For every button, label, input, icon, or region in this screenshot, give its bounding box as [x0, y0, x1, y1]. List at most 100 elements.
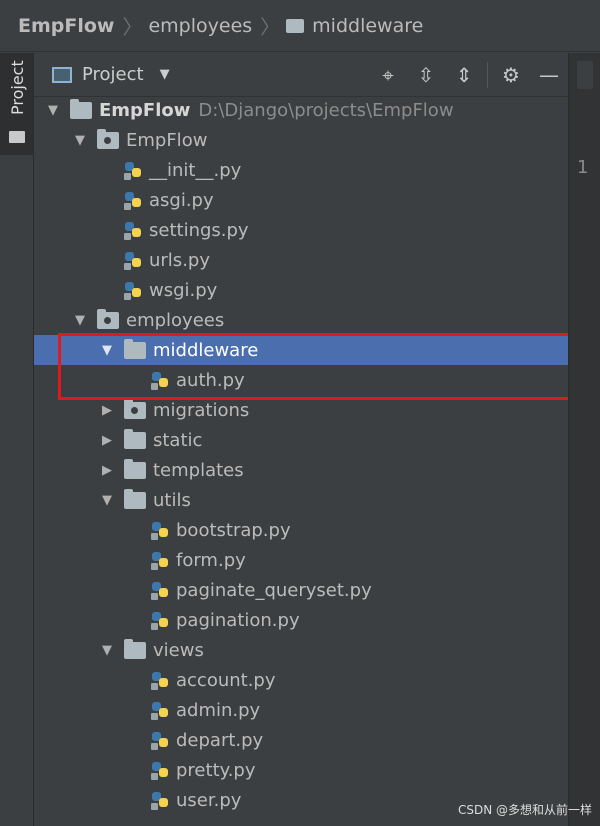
- tree-label: EmpFlow: [99, 99, 191, 121]
- watermark: CSDN @多想和从前一样: [457, 803, 592, 817]
- tree-row-root[interactable]: ▼ EmpFlow D:\Django\projects\EmpFlow: [34, 95, 568, 125]
- tree-row[interactable]: ▶ static: [34, 425, 568, 455]
- chevron-right-icon[interactable]: ▶: [97, 433, 117, 448]
- tree-row[interactable]: form.py: [34, 545, 568, 575]
- tree-label: templates: [153, 459, 244, 481]
- tree-label: asgi.py: [149, 189, 214, 211]
- package-folder-icon: [97, 128, 119, 149]
- python-file-icon: [151, 610, 169, 630]
- chevron-right-icon[interactable]: ▶: [97, 403, 117, 418]
- tree-row[interactable]: asgi.py: [34, 185, 568, 215]
- tree-label: bootstrap.py: [176, 519, 291, 541]
- python-file-icon[interactable]: [577, 61, 593, 89]
- tree-row[interactable]: bootstrap.py: [34, 515, 568, 545]
- python-file-icon: [151, 700, 169, 720]
- folder-icon: [124, 428, 146, 449]
- python-file-icon: [151, 670, 169, 690]
- tree-row[interactable]: pretty.py: [34, 755, 568, 785]
- tree-label: static: [153, 429, 203, 451]
- tree-row[interactable]: paginate_queryset.py: [34, 575, 568, 605]
- breadcrumb-separator: 〉: [260, 15, 281, 39]
- tree-row[interactable]: account.py: [34, 665, 568, 695]
- python-file-icon: [124, 190, 142, 210]
- folder-icon: [9, 131, 25, 143]
- tree-label: views: [153, 639, 204, 661]
- tree-label: wsgi.py: [149, 279, 218, 301]
- tree-row[interactable]: ▼ EmpFlow: [34, 125, 568, 155]
- breadcrumb-item-middleware[interactable]: middleware: [312, 15, 423, 37]
- tree-row[interactable]: urls.py: [34, 245, 568, 275]
- chevron-down-icon[interactable]: ▼: [160, 67, 170, 82]
- crosshair-icon[interactable]: ⌖: [369, 53, 407, 97]
- tree-label: utils: [153, 489, 191, 511]
- tree-row[interactable]: ▼ views: [34, 635, 568, 665]
- chevron-down-icon[interactable]: ▼: [97, 493, 117, 508]
- tree-label: form.py: [176, 549, 246, 571]
- tree-row[interactable]: ▼ utils: [34, 485, 568, 515]
- tool-window-strip: Project: [0, 53, 34, 826]
- tree-label: pagination.py: [176, 609, 300, 631]
- tree-label: account.py: [176, 669, 276, 691]
- tree-label: admin.py: [176, 699, 261, 721]
- python-file-icon: [124, 160, 142, 180]
- line-number: 1: [577, 157, 589, 178]
- tree-label: user.py: [176, 789, 242, 811]
- python-file-icon: [151, 520, 169, 540]
- editor-gutter: 1: [568, 53, 600, 826]
- folder-icon: [70, 98, 92, 119]
- folder-icon: [124, 338, 146, 359]
- tree-row[interactable]: ▼ employees: [34, 305, 568, 335]
- tree-row-selected[interactable]: ▼ middleware: [34, 335, 568, 365]
- expand-all-icon[interactable]: ⇳: [407, 53, 445, 97]
- folder-icon: [124, 458, 146, 479]
- tree-label: middleware: [153, 339, 259, 361]
- tree-label: __init__.py: [149, 159, 242, 181]
- chevron-down-icon[interactable]: ▼: [43, 103, 63, 118]
- python-file-icon: [151, 580, 169, 600]
- chevron-down-icon[interactable]: ▼: [70, 133, 90, 148]
- tree-row[interactable]: pagination.py: [34, 605, 568, 635]
- breadcrumb-item-empflow[interactable]: EmpFlow: [18, 15, 114, 37]
- collapse-all-icon[interactable]: ⇕: [445, 53, 483, 97]
- tree-label: auth.py: [176, 369, 245, 391]
- divider: [487, 62, 488, 88]
- python-file-icon: [151, 730, 169, 750]
- python-file-icon: [124, 250, 142, 270]
- folder-icon: [286, 18, 305, 33]
- python-file-icon: [124, 220, 142, 240]
- tree-row[interactable]: admin.py: [34, 695, 568, 725]
- tree-row[interactable]: auth.py: [34, 365, 568, 395]
- chevron-right-icon[interactable]: ▶: [97, 463, 117, 478]
- tree-label: urls.py: [149, 249, 210, 271]
- minimize-icon[interactable]: —: [530, 53, 568, 97]
- tree-path: D:\Django\projects\EmpFlow: [198, 99, 454, 121]
- package-folder-icon: [97, 308, 119, 329]
- tree-row[interactable]: wsgi.py: [34, 275, 568, 305]
- gear-icon[interactable]: ⚙: [492, 53, 530, 97]
- chevron-down-icon[interactable]: ▼: [70, 313, 90, 328]
- tree-row[interactable]: __init__.py: [34, 155, 568, 185]
- tree-label: paginate_queryset.py: [176, 579, 372, 601]
- tree-label: employees: [126, 309, 225, 331]
- chevron-down-icon[interactable]: ▼: [97, 343, 117, 358]
- project-tree: ▼ EmpFlow D:\Django\projects\EmpFlow ▼ E…: [34, 95, 568, 815]
- folder-icon: [124, 488, 146, 509]
- python-file-icon: [151, 550, 169, 570]
- package-folder-icon: [124, 398, 146, 419]
- tree-label: depart.py: [176, 729, 264, 751]
- chevron-down-icon[interactable]: ▼: [97, 643, 117, 658]
- breadcrumb-item-employees[interactable]: employees: [148, 15, 252, 37]
- tree-row[interactable]: ▶ templates: [34, 455, 568, 485]
- tree-row[interactable]: ▶ migrations: [34, 395, 568, 425]
- python-file-icon: [124, 280, 142, 300]
- python-file-icon: [151, 760, 169, 780]
- project-tool-button[interactable]: Project: [0, 53, 33, 155]
- tree-row[interactable]: depart.py: [34, 725, 568, 755]
- project-panel-header: Project ▼ ⌖ ⇳ ⇕ ⚙ —: [34, 53, 568, 97]
- tree-label: settings.py: [149, 219, 249, 241]
- project-view-selector[interactable]: Project: [82, 64, 144, 85]
- project-panel: Project ▼ ⌖ ⇳ ⇕ ⚙ — ▼ EmpFlow D:\Django\…: [34, 53, 568, 826]
- tree-row[interactable]: settings.py: [34, 215, 568, 245]
- python-file-icon: [151, 790, 169, 810]
- tree-label: migrations: [153, 399, 250, 421]
